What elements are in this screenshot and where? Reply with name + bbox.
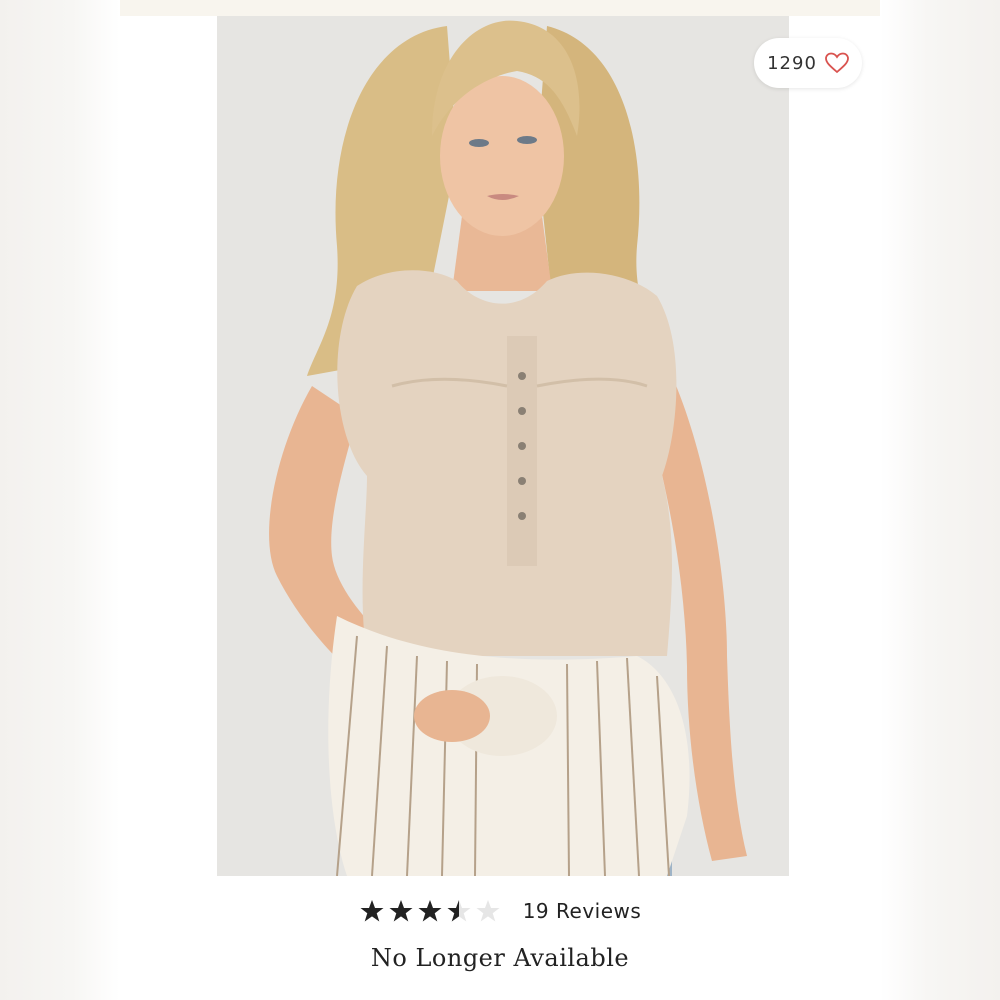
reviews-link[interactable]: 19 Reviews xyxy=(523,899,642,923)
like-button[interactable]: 1290 xyxy=(754,38,862,88)
product-photo[interactable] xyxy=(217,16,789,876)
top-strip xyxy=(120,0,880,16)
star-full-icon xyxy=(359,898,385,924)
right-background-blur xyxy=(880,0,1000,1000)
like-count: 1290 xyxy=(767,52,817,74)
star-rating xyxy=(359,898,501,924)
rating-row: 19 Reviews xyxy=(120,894,880,928)
star-half-icon xyxy=(446,898,472,924)
star-full-icon xyxy=(417,898,443,924)
star-empty-icon xyxy=(475,898,501,924)
availability-status: No Longer Available xyxy=(370,944,630,972)
model-illustration xyxy=(217,16,789,876)
product-card: 1290 19 Reviews No Longer Available xyxy=(120,16,880,1000)
star-full-icon xyxy=(388,898,414,924)
heart-outline-icon xyxy=(825,52,849,74)
left-background-blur xyxy=(0,0,120,1000)
